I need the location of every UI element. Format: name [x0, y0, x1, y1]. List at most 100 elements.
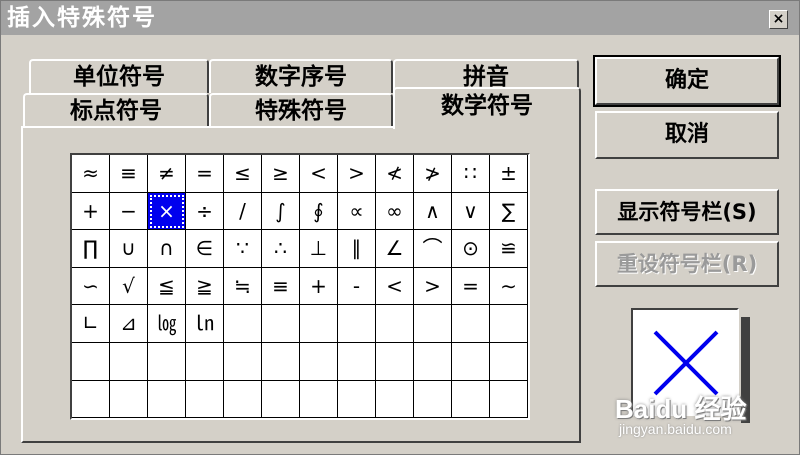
close-button[interactable]: × — [769, 10, 788, 29]
symbol-cell[interactable]: ≈ — [72, 155, 110, 193]
symbol-cell-empty[interactable] — [452, 380, 490, 419]
symbol-cell[interactable]: ∷ — [452, 155, 490, 193]
symbol-cell-empty[interactable] — [262, 380, 300, 419]
symbol-cell[interactable]: + — [72, 192, 110, 231]
tab-number-sequence[interactable]: 数字序号 — [209, 59, 393, 93]
symbol-cell-empty[interactable] — [338, 380, 376, 419]
symbol-cell-empty[interactable] — [72, 342, 110, 381]
symbol-cell-empty[interactable] — [186, 342, 224, 381]
symbol-cell[interactable]: ≧ — [186, 267, 224, 306]
symbol-cell-empty[interactable] — [224, 342, 262, 381]
symbol-cell-empty[interactable] — [376, 342, 414, 381]
symbol-cell[interactable]: ÷ — [186, 192, 224, 231]
show-symbol-bar-button[interactable]: 显示符号栏(S) — [595, 189, 779, 235]
symbol-cell[interactable]: ∮ — [300, 192, 338, 231]
symbol-cell[interactable]: ∝ — [338, 192, 376, 231]
watermark: Baidu 经验 jingyan.baidu.com — [615, 389, 795, 444]
symbol-cell[interactable]: ≦ — [148, 267, 186, 306]
symbol-cell-empty[interactable] — [300, 342, 338, 381]
show-symbol-bar-label: 显示符号栏(S) — [617, 200, 757, 224]
symbol-cell[interactable]: ± — [490, 155, 528, 193]
symbol-cell[interactable]: ≒ — [224, 267, 262, 306]
symbol-cell[interactable]: ∟ — [72, 305, 110, 343]
symbol-cell[interactable]: ≠ — [148, 155, 186, 193]
symbol-cell[interactable]: ∪ — [110, 230, 148, 268]
symbol-cell[interactable]: ㏑ — [186, 305, 224, 343]
symbol-cell[interactable]: ∩ — [148, 230, 186, 268]
symbol-cell[interactable]: √ — [110, 267, 148, 306]
symbol-cell[interactable]: = — [186, 155, 224, 193]
symbol-cell-empty[interactable] — [224, 380, 262, 419]
symbol-cell[interactable]: ∥ — [338, 230, 376, 268]
symbol-cell[interactable]: ≮ — [376, 155, 414, 193]
symbol-cell-empty[interactable] — [262, 305, 300, 343]
symbol-cell[interactable]: ≤ — [224, 155, 262, 193]
symbol-cell[interactable]: × — [148, 192, 186, 231]
symbol-cell[interactable]: ∨ — [452, 192, 490, 231]
symbol-cell[interactable]: ∧ — [414, 192, 452, 231]
symbol-cell[interactable]: ⊥ — [300, 230, 338, 268]
symbol-cell[interactable]: ⌒ — [414, 230, 452, 268]
symbol-cell-empty[interactable] — [414, 305, 452, 343]
symbol-cell[interactable]: ⊙ — [452, 230, 490, 268]
symbol-cell-empty[interactable] — [414, 380, 452, 419]
symbol-cell[interactable]: = — [452, 267, 490, 306]
symbol-cell[interactable]: ∠ — [376, 230, 414, 268]
cancel-button-label: 取消 — [664, 122, 709, 147]
symbol-cell-empty[interactable] — [338, 342, 376, 381]
symbol-cell[interactable]: < — [376, 267, 414, 306]
symbol-cell[interactable]: ≯ — [414, 155, 452, 193]
symbol-cell-empty[interactable] — [300, 305, 338, 343]
symbol-cell[interactable]: ≡ — [262, 267, 300, 306]
tab-punctuation[interactable]: 标点符号 — [23, 93, 209, 127]
symbol-cell-empty[interactable] — [490, 342, 528, 381]
symbol-cell-empty[interactable] — [414, 342, 452, 381]
symbol-cell-empty[interactable] — [338, 305, 376, 343]
symbol-cell[interactable]: > — [338, 155, 376, 193]
ok-button-label: 确定 — [664, 68, 709, 93]
symbol-cell-empty[interactable] — [110, 380, 148, 419]
symbol-cell[interactable]: ≌ — [490, 230, 528, 268]
symbol-cell-empty[interactable] — [490, 380, 528, 419]
symbol-cell[interactable]: ∽ — [72, 267, 110, 306]
symbol-cell[interactable]: ⊿ — [110, 305, 148, 343]
symbol-cell[interactable]: ㏒ — [148, 305, 186, 343]
tab-special-symbols[interactable]: 特殊符号 — [209, 93, 393, 127]
symbol-cell[interactable]: ≥ — [262, 155, 300, 193]
symbol-cell[interactable]: ∑ — [490, 192, 528, 231]
cancel-button[interactable]: 取消 — [595, 111, 779, 159]
symbol-cell[interactable]: ∏ — [72, 230, 110, 268]
symbol-cell-empty[interactable] — [148, 342, 186, 381]
symbol-cell-empty[interactable] — [186, 380, 224, 419]
symbol-grid-frame: ≈ ≡ ≠ = ≤ ≥ < > ≮ ≯ ∷ ± + − × ÷ / ∫ ∮ ∝ ∞ ∧ ∨ ∑ ∏ ∪ ∩ ∈ ∵ ∴ ⊥ ∥ ∠ ⌒ ⊙ ≌ ∽ √ ≦ ≧… — [70, 153, 530, 420]
symbol-cell-empty[interactable] — [148, 380, 186, 419]
symbol-cell-empty[interactable] — [376, 380, 414, 419]
symbol-cell-empty[interactable] — [490, 305, 528, 343]
symbol-cell-empty[interactable] — [452, 342, 490, 381]
symbol-cell[interactable]: ∴ — [262, 230, 300, 268]
symbol-cell[interactable]: ∈ — [186, 230, 224, 268]
symbol-cell-empty[interactable] — [300, 380, 338, 419]
symbol-cell[interactable]: / — [224, 192, 262, 231]
title-bar: 插入特殊符号 × — [1, 1, 799, 35]
symbol-cell[interactable]: ∵ — [224, 230, 262, 268]
symbol-cell[interactable]: ∫ — [262, 192, 300, 231]
tab-math-symbols[interactable]: 数学符号 — [393, 87, 581, 129]
symbol-cell[interactable]: ≡ — [110, 155, 148, 193]
symbol-cell[interactable]: ∞ — [376, 192, 414, 231]
symbol-cell-empty[interactable] — [224, 305, 262, 343]
symbol-cell-empty[interactable] — [376, 305, 414, 343]
reset-symbol-bar-button[interactable]: 重设符号栏(R) — [595, 241, 779, 287]
symbol-cell[interactable]: ∼ — [490, 267, 528, 306]
symbol-cell[interactable]: - — [338, 267, 376, 306]
symbol-cell[interactable]: > — [414, 267, 452, 306]
symbol-cell[interactable]: − — [110, 192, 148, 231]
symbol-cell-empty[interactable] — [110, 342, 148, 381]
symbol-cell-empty[interactable] — [72, 380, 110, 419]
symbol-cell-empty[interactable] — [452, 305, 490, 343]
ok-button[interactable]: 确定 — [593, 55, 781, 107]
symbol-cell[interactable]: + — [300, 267, 338, 306]
symbol-cell[interactable]: < — [300, 155, 338, 193]
symbol-cell-empty[interactable] — [262, 342, 300, 381]
tab-unit-symbols[interactable]: 单位符号 — [29, 59, 209, 93]
